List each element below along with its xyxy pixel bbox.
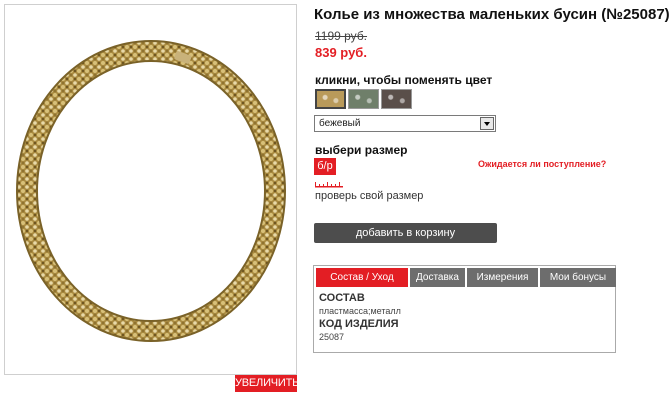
chevron-down-icon[interactable] xyxy=(480,117,494,130)
size-option-button[interactable]: б/р xyxy=(314,158,336,175)
color-swatch-beige[interactable] xyxy=(315,89,346,109)
availability-link[interactable]: Ожидается ли поступление? xyxy=(478,159,606,169)
color-select-value: бежевый xyxy=(319,118,361,129)
tab-measurements[interactable]: Измерения xyxy=(467,268,538,287)
tab-delivery[interactable]: Доставка xyxy=(410,268,465,287)
current-price: 839 руб. xyxy=(315,45,367,60)
product-title: Колье из множества маленьких бусин (№250… xyxy=(314,6,669,23)
tab-content: СОСТАВ пластмасса;металл КОД ИЗДЕЛИЯ 250… xyxy=(319,292,401,344)
tab-bar: Состав / Уход Доставка Измерения Мои бон… xyxy=(316,268,616,287)
color-label: кликни, чтобы поменять цвет xyxy=(315,73,493,87)
necklace-image xyxy=(16,40,286,342)
info-tabs-panel: Состав / Уход Доставка Измерения Мои бон… xyxy=(313,265,616,353)
tab-composition-care[interactable]: Состав / Уход xyxy=(316,268,408,287)
color-select[interactable]: бежевый xyxy=(314,115,496,132)
ruler-icon xyxy=(315,182,343,188)
code-title: КОД ИЗДЕЛИЯ xyxy=(319,318,399,330)
size-label: выбери размер xyxy=(315,143,408,157)
code-value: 25087 xyxy=(319,332,345,342)
composition-title: СОСТАВ xyxy=(319,292,365,304)
color-swatch-dark[interactable] xyxy=(381,89,412,109)
check-size-link[interactable]: проверь свой размер xyxy=(315,190,423,202)
color-swatch-green[interactable] xyxy=(348,89,379,109)
zoom-button[interactable]: УВЕЛИЧИТЬ xyxy=(235,375,299,392)
composition-value: пластмасса;металл xyxy=(319,306,401,316)
old-price: 1199 руб. xyxy=(315,29,368,43)
tab-bonuses[interactable]: Мои бонусы xyxy=(540,268,616,287)
product-image[interactable] xyxy=(4,4,297,375)
add-to-cart-button[interactable]: добавить в корзину xyxy=(314,223,497,243)
